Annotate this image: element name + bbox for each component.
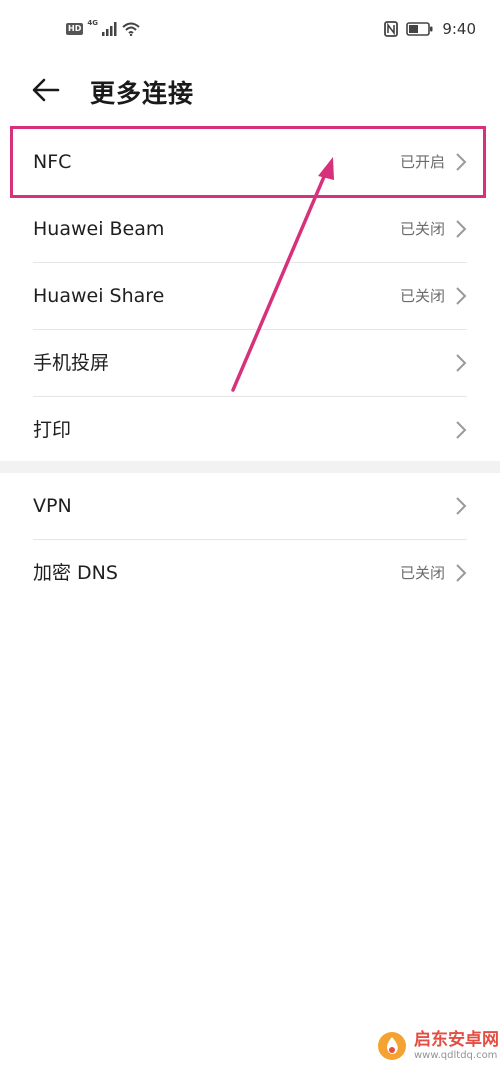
- setting-label: 打印: [33, 419, 72, 441]
- watermark-url: www.qdltdq.com: [414, 1050, 498, 1061]
- nfc-icon: [384, 21, 399, 37]
- page-title: 更多连接: [90, 79, 195, 108]
- setting-row-nfc[interactable]: NFC 已开启: [33, 129, 467, 196]
- wifi-icon: [122, 22, 140, 36]
- chevron-right-icon: [456, 287, 467, 305]
- status-bar: HD 4G 9:40: [0, 0, 500, 60]
- chevron-right-icon: [456, 153, 467, 171]
- network-type-label: 4G: [87, 19, 98, 27]
- chevron-right-icon: [456, 354, 467, 372]
- header: 更多连接: [0, 62, 500, 118]
- chevron-right-icon: [456, 497, 467, 515]
- setting-label: Huawei Beam: [33, 218, 165, 240]
- settings-group-network: VPN 加密 DNS 已关闭: [0, 473, 500, 606]
- setting-row-vpn[interactable]: VPN: [33, 473, 467, 540]
- arrow-left-icon: [32, 78, 60, 102]
- setting-row-encrypted-dns[interactable]: 加密 DNS 已关闭: [33, 540, 467, 606]
- back-button[interactable]: [30, 74, 66, 106]
- setting-label: NFC: [33, 151, 72, 173]
- setting-row-huawei-share[interactable]: Huawei Share 已关闭: [33, 263, 467, 330]
- setting-status: 已关闭: [399, 287, 445, 305]
- setting-label: VPN: [33, 495, 72, 517]
- watermark-name: 启东安卓网: [414, 1030, 499, 1050]
- status-time: 9:40: [442, 20, 476, 38]
- setting-row-huawei-beam[interactable]: Huawei Beam 已关闭: [33, 196, 467, 263]
- setting-status: 已开启: [399, 153, 445, 171]
- setting-label: 手机投屏: [33, 352, 110, 374]
- chevron-right-icon: [456, 564, 467, 582]
- setting-label: 加密 DNS: [33, 562, 118, 584]
- setting-status: 已关闭: [399, 220, 445, 238]
- status-bar-left: HD 4G: [66, 19, 140, 36]
- setting-row-screen-projection[interactable]: 手机投屏: [33, 330, 467, 397]
- chevron-right-icon: [456, 421, 467, 439]
- hd-icon: HD: [66, 23, 84, 35]
- setting-label: Huawei Share: [33, 285, 165, 307]
- setting-row-print[interactable]: 打印: [33, 397, 467, 463]
- settings-group-connections: NFC 已开启 Huawei Beam 已关闭 Huawei Share 已关闭…: [0, 129, 500, 463]
- site-watermark: 启东安卓网 www.qdltdq.com: [376, 1030, 499, 1062]
- signal-icon: [101, 22, 117, 36]
- status-bar-right: 9:40: [384, 20, 476, 38]
- battery-icon: [406, 22, 433, 36]
- group-divider: [0, 461, 500, 473]
- chevron-right-icon: [456, 220, 467, 238]
- setting-status: 已关闭: [399, 564, 445, 582]
- watermark-logo-icon: [378, 1032, 406, 1060]
